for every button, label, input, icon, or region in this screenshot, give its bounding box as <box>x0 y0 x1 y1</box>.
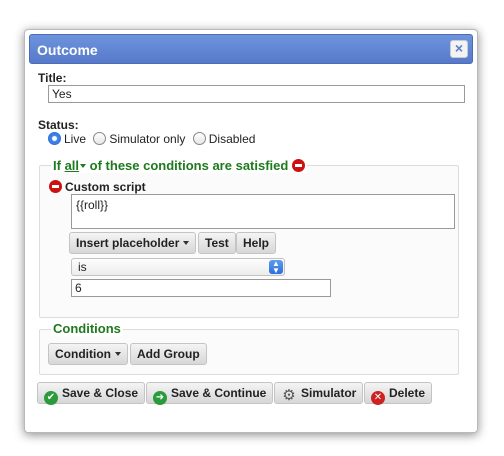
save-continue-label: Save & Continue <box>171 386 267 400</box>
radio-disabled[interactable] <box>192 132 206 145</box>
condition-group-suffix: of these conditions are satisfied <box>89 158 289 173</box>
match-mode-dropdown[interactable]: all <box>64 158 87 173</box>
remove-condition-icon[interactable] <box>49 180 62 193</box>
dialog-titlebar[interactable]: Outcome × <box>29 34 473 64</box>
save-close-button[interactable]: ✔ Save & Close <box>37 382 146 405</box>
chevron-down-icon <box>114 352 121 356</box>
conditions-title: Conditions <box>51 321 123 336</box>
gear-icon: ⚙ <box>282 387 296 404</box>
radio-simulator-only[interactable] <box>93 132 107 145</box>
custom-script-textarea[interactable]: {{roll}} <box>71 194 455 229</box>
arrow-right-icon: ➜ <box>153 391 167 405</box>
delete-button[interactable]: ✕ Delete <box>364 382 433 405</box>
if-text: If <box>53 158 61 173</box>
status-option-simulator-only[interactable]: Simulator only <box>93 132 189 146</box>
save-continue-button[interactable]: ➜ Save & Continue <box>146 382 274 405</box>
select-arrows-icon: ▲ ▼ <box>269 260 283 275</box>
status-option-live[interactable]: Live <box>48 132 90 146</box>
test-button[interactable]: Test <box>198 232 236 254</box>
operator-select[interactable]: is ▲ ▼ <box>71 258 285 276</box>
simulator-label: Simulator <box>301 386 357 400</box>
status-option-disabled[interactable]: Disabled <box>192 132 260 146</box>
condition-button-label: Condition <box>55 347 111 361</box>
operator-value: is <box>78 260 87 274</box>
save-close-label: Save & Close <box>62 386 139 400</box>
title-label: Title: <box>38 71 67 85</box>
chevron-down-icon <box>183 241 190 245</box>
close-icon[interactable]: × <box>450 40 468 58</box>
title-input[interactable]: Yes <box>48 85 465 103</box>
outcome-dialog: Outcome × Title: Yes Status: Live Simula… <box>24 29 478 433</box>
dialog-title: Outcome <box>37 42 98 58</box>
delete-x-icon: ✕ <box>371 391 385 405</box>
check-icon: ✔ <box>44 391 58 405</box>
condition-button[interactable]: Condition <box>48 343 128 365</box>
condition-value-input[interactable]: 6 <box>71 279 331 297</box>
remove-group-icon[interactable] <box>291 159 305 172</box>
add-group-button[interactable]: Add Group <box>130 343 207 365</box>
insert-placeholder-label: Insert placeholder <box>76 236 180 250</box>
chevron-down-icon <box>80 164 87 168</box>
insert-placeholder-button[interactable]: Insert placeholder <box>69 232 197 254</box>
delete-label: Delete <box>389 386 426 400</box>
match-mode-value: all <box>64 158 80 173</box>
status-radio-group: Live Simulator only Disabled <box>48 132 259 146</box>
condition-group-header: If all of these conditions are satisfied <box>51 158 307 173</box>
radio-live[interactable] <box>48 132 61 145</box>
status-label: Status: <box>38 118 79 132</box>
custom-script-label: Custom script <box>65 180 146 194</box>
help-button[interactable]: Help <box>236 232 277 254</box>
simulator-button[interactable]: ⚙ Simulator <box>274 382 364 404</box>
